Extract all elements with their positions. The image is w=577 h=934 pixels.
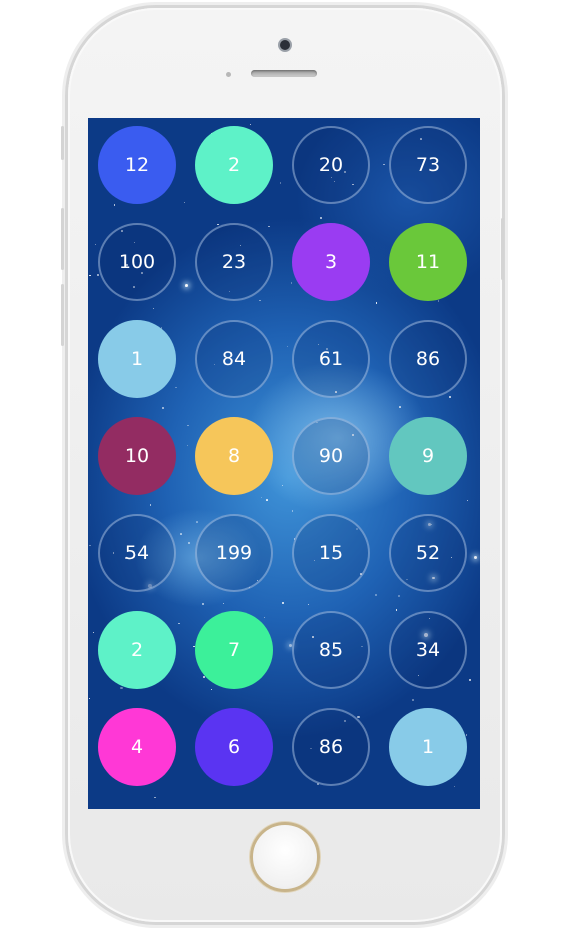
star <box>357 715 360 718</box>
number-tile[interactable]: 199 <box>195 514 273 592</box>
star <box>399 406 401 409</box>
star <box>180 533 182 535</box>
star <box>375 594 378 597</box>
number-tile[interactable]: 100 <box>98 223 176 301</box>
star <box>154 797 156 799</box>
number-tile[interactable]: 11 <box>389 223 467 301</box>
star <box>187 541 190 544</box>
home-button[interactable] <box>250 822 320 892</box>
number-tile[interactable]: 6 <box>195 708 273 786</box>
star <box>474 555 478 559</box>
star <box>187 424 189 427</box>
star <box>398 595 401 598</box>
volume-up-button <box>61 208 64 270</box>
front-camera <box>280 40 290 50</box>
number-tile[interactable]: 7 <box>195 611 273 689</box>
star <box>290 282 292 284</box>
star <box>184 283 189 288</box>
number-tile[interactable]: 3 <box>292 223 370 301</box>
number-tile[interactable]: 1 <box>389 708 467 786</box>
star <box>469 679 471 681</box>
star <box>89 274 92 277</box>
star <box>153 307 155 310</box>
number-tile[interactable]: 23 <box>195 223 273 301</box>
proximity-sensor <box>226 72 231 77</box>
star <box>195 521 198 524</box>
number-tile[interactable]: 86 <box>292 708 370 786</box>
number-tile[interactable]: 86 <box>389 320 467 398</box>
earpiece-speaker <box>251 70 317 77</box>
star <box>249 123 252 126</box>
star <box>291 510 293 512</box>
star <box>89 697 91 700</box>
star <box>183 202 185 204</box>
number-tile[interactable]: 52 <box>389 514 467 592</box>
star <box>120 687 123 690</box>
number-tile[interactable]: 54 <box>98 514 176 592</box>
number-tile[interactable]: 15 <box>292 514 370 592</box>
game-screen: 12 2 20 73 100 23 3 11 1 84 61 86 10 8 90 9 54 199 15 52 2 7 8… <box>88 118 480 809</box>
number-tile[interactable]: 10 <box>98 417 176 495</box>
star <box>97 274 100 277</box>
star <box>201 603 204 606</box>
star <box>383 163 385 166</box>
star <box>210 688 213 691</box>
star <box>265 499 268 502</box>
star <box>260 496 263 499</box>
star <box>454 786 456 788</box>
number-tile[interactable]: 8 <box>195 417 273 495</box>
star <box>307 604 309 606</box>
volume-down-button <box>61 284 64 346</box>
star <box>268 225 270 227</box>
number-tile[interactable]: 90 <box>292 417 370 495</box>
star <box>263 617 265 619</box>
number-tile[interactable]: 9 <box>389 417 467 495</box>
star <box>279 182 282 184</box>
star <box>149 504 152 506</box>
number-tile[interactable]: 2 <box>195 126 273 204</box>
star <box>161 406 164 409</box>
mute-switch <box>61 126 64 160</box>
number-tile[interactable]: 85 <box>292 611 370 689</box>
number-tile[interactable]: 2 <box>98 611 176 689</box>
star <box>281 484 283 487</box>
number-tile[interactable]: 4 <box>98 708 176 786</box>
star <box>186 444 189 446</box>
number-tile[interactable]: 73 <box>389 126 467 204</box>
star <box>448 396 451 398</box>
star <box>320 216 323 219</box>
number-tile[interactable]: 84 <box>195 320 273 398</box>
star <box>178 622 180 625</box>
star <box>222 602 224 605</box>
power-button <box>501 218 504 280</box>
number-tile[interactable]: 20 <box>292 126 370 204</box>
star <box>467 500 469 502</box>
star <box>286 345 289 348</box>
number-tile[interactable]: 1 <box>98 320 176 398</box>
number-tile[interactable]: 34 <box>389 611 467 689</box>
star <box>92 632 95 634</box>
star <box>437 300 440 303</box>
number-tile[interactable]: 12 <box>98 126 176 204</box>
star <box>175 386 177 389</box>
star <box>411 698 414 701</box>
star <box>282 602 284 604</box>
star <box>395 609 397 611</box>
star <box>89 544 91 547</box>
star <box>465 733 468 736</box>
star <box>113 204 116 206</box>
star <box>259 299 261 302</box>
star <box>375 301 378 304</box>
number-tile[interactable]: 61 <box>292 320 370 398</box>
star <box>95 243 97 245</box>
